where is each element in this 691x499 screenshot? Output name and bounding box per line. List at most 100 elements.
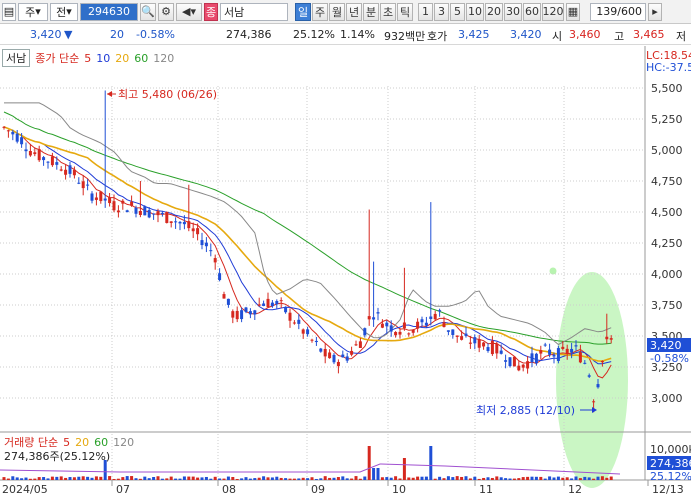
options-icon[interactable]: ⚙	[158, 2, 174, 21]
candle-body	[55, 162, 59, 165]
period-tab-3[interactable]: 년	[346, 2, 362, 21]
candle-body	[240, 310, 244, 320]
candle-body	[372, 317, 376, 320]
period-tab-1[interactable]: 주	[312, 2, 328, 21]
candle-body	[596, 384, 600, 388]
candle-body	[196, 228, 200, 235]
candle-body	[77, 182, 81, 184]
sound-icon[interactable]: ◀▾	[176, 2, 202, 21]
search-icon[interactable]: 🔍	[140, 2, 156, 21]
volume-bar	[442, 478, 446, 480]
window-menu-icon[interactable]: ▤	[2, 2, 16, 21]
candle-body	[578, 352, 582, 363]
candle-body	[11, 131, 15, 135]
volume-bar	[248, 478, 252, 480]
stock-badge: 종	[204, 2, 218, 21]
candle-body	[143, 206, 147, 216]
stock-name-field[interactable]: 서남	[220, 2, 288, 21]
candle-body	[33, 152, 37, 155]
volume-bar	[336, 477, 340, 480]
candle-body	[336, 361, 340, 367]
volume-bar	[521, 477, 525, 480]
vol-ma-60: 60	[94, 435, 109, 449]
open-label: 시	[552, 30, 563, 43]
candle-body	[99, 191, 103, 202]
volume-value: 274,386주(25.12%)	[4, 448, 110, 464]
volume-bar	[455, 476, 459, 480]
volume-bar	[90, 477, 94, 480]
candle-body	[539, 350, 543, 354]
candle-body	[262, 303, 266, 306]
volume-bar	[310, 477, 314, 480]
candle-body	[552, 354, 556, 357]
candle-body	[46, 161, 50, 163]
chart-area[interactable]: 5,500 5,250 5,000 4,750 4,500 4,250 4,000 3,750…	[0, 46, 691, 496]
x-tick-label: 12	[568, 483, 582, 496]
volume-bar	[68, 477, 72, 480]
candle-body	[416, 321, 420, 329]
candle-body	[90, 193, 94, 201]
candle-body	[64, 169, 68, 175]
candle-body	[37, 149, 41, 161]
period-tab-0[interactable]: 일	[295, 2, 311, 21]
x-tick-label: 12/13	[652, 483, 684, 496]
interval-tab-5[interactable]: 5	[450, 2, 465, 21]
candle-body	[587, 375, 591, 377]
candle-body	[169, 221, 173, 223]
price-chart[interactable]: 5,500 5,250 5,000 4,750 4,500 4,250 4,000 3,750…	[0, 46, 691, 496]
count-display[interactable]: 139/600	[590, 2, 646, 21]
y-tick-label: 3,000	[651, 392, 683, 405]
candlesticks	[2, 90, 613, 413]
candle-body	[556, 348, 560, 361]
interval-tab-60[interactable]: 60	[523, 2, 541, 21]
volume-bar	[200, 477, 204, 480]
interval-tab-120[interactable]: 120	[542, 2, 564, 21]
candle-body	[200, 240, 204, 246]
candle-body	[20, 137, 24, 145]
period-select[interactable]: 전 ▾	[50, 2, 78, 21]
volume-bar	[587, 477, 591, 480]
ma-line-120	[4, 102, 612, 346]
interval-tab-30[interactable]: 30	[504, 2, 522, 21]
interval-tab-1[interactable]: 1	[418, 2, 433, 21]
candle-body	[464, 333, 468, 336]
market-select-label: 주	[25, 5, 36, 19]
volume-bar	[6, 478, 10, 480]
ma-period-10: 10	[96, 51, 111, 65]
volume-bar	[244, 477, 248, 480]
interval-tab-3[interactable]: 3	[434, 2, 449, 21]
candle-body	[592, 401, 596, 403]
volume-bar	[574, 476, 578, 480]
period-tab-4[interactable]: 분	[363, 2, 379, 21]
more-icon[interactable]: ▸	[648, 2, 662, 21]
minute-settings-icon[interactable]: ▦	[566, 2, 580, 21]
candle-body	[310, 339, 314, 341]
x-tick-label: 2024/05	[2, 483, 48, 496]
volume-bar	[196, 477, 200, 480]
candle-body	[319, 348, 323, 352]
volume-bar	[464, 476, 468, 480]
interval-tab-10[interactable]: 10	[466, 2, 484, 21]
stock-name-tag[interactable]: 서남	[2, 49, 31, 67]
period-tab-2[interactable]: 월	[329, 2, 345, 21]
volume-bar	[565, 477, 569, 480]
period-tab-5[interactable]: 초	[380, 2, 396, 21]
period-tab-6[interactable]: 틱	[397, 2, 413, 21]
candle-body	[42, 157, 46, 161]
volume-bar	[530, 476, 534, 480]
high-annotation: 최고 5,480 (06/26)	[107, 88, 217, 101]
volume-bar	[407, 477, 411, 480]
market-select[interactable]: 주 ▾	[18, 2, 48, 21]
quote-change-pct: -0.58%	[136, 28, 175, 41]
volume-bar	[552, 477, 556, 480]
candle-body	[565, 348, 569, 354]
interval-tab-20[interactable]: 20	[485, 2, 503, 21]
volume-bar	[350, 478, 354, 480]
candle-body	[218, 273, 222, 281]
candle-body	[248, 311, 252, 315]
open-value: 3,460	[569, 28, 601, 41]
high-annotation-text: 최고 5,480 (06/26)	[118, 88, 217, 101]
volume-bar	[226, 476, 230, 480]
volume-bar	[402, 458, 406, 480]
stock-code-input[interactable]: 294630	[80, 2, 138, 21]
